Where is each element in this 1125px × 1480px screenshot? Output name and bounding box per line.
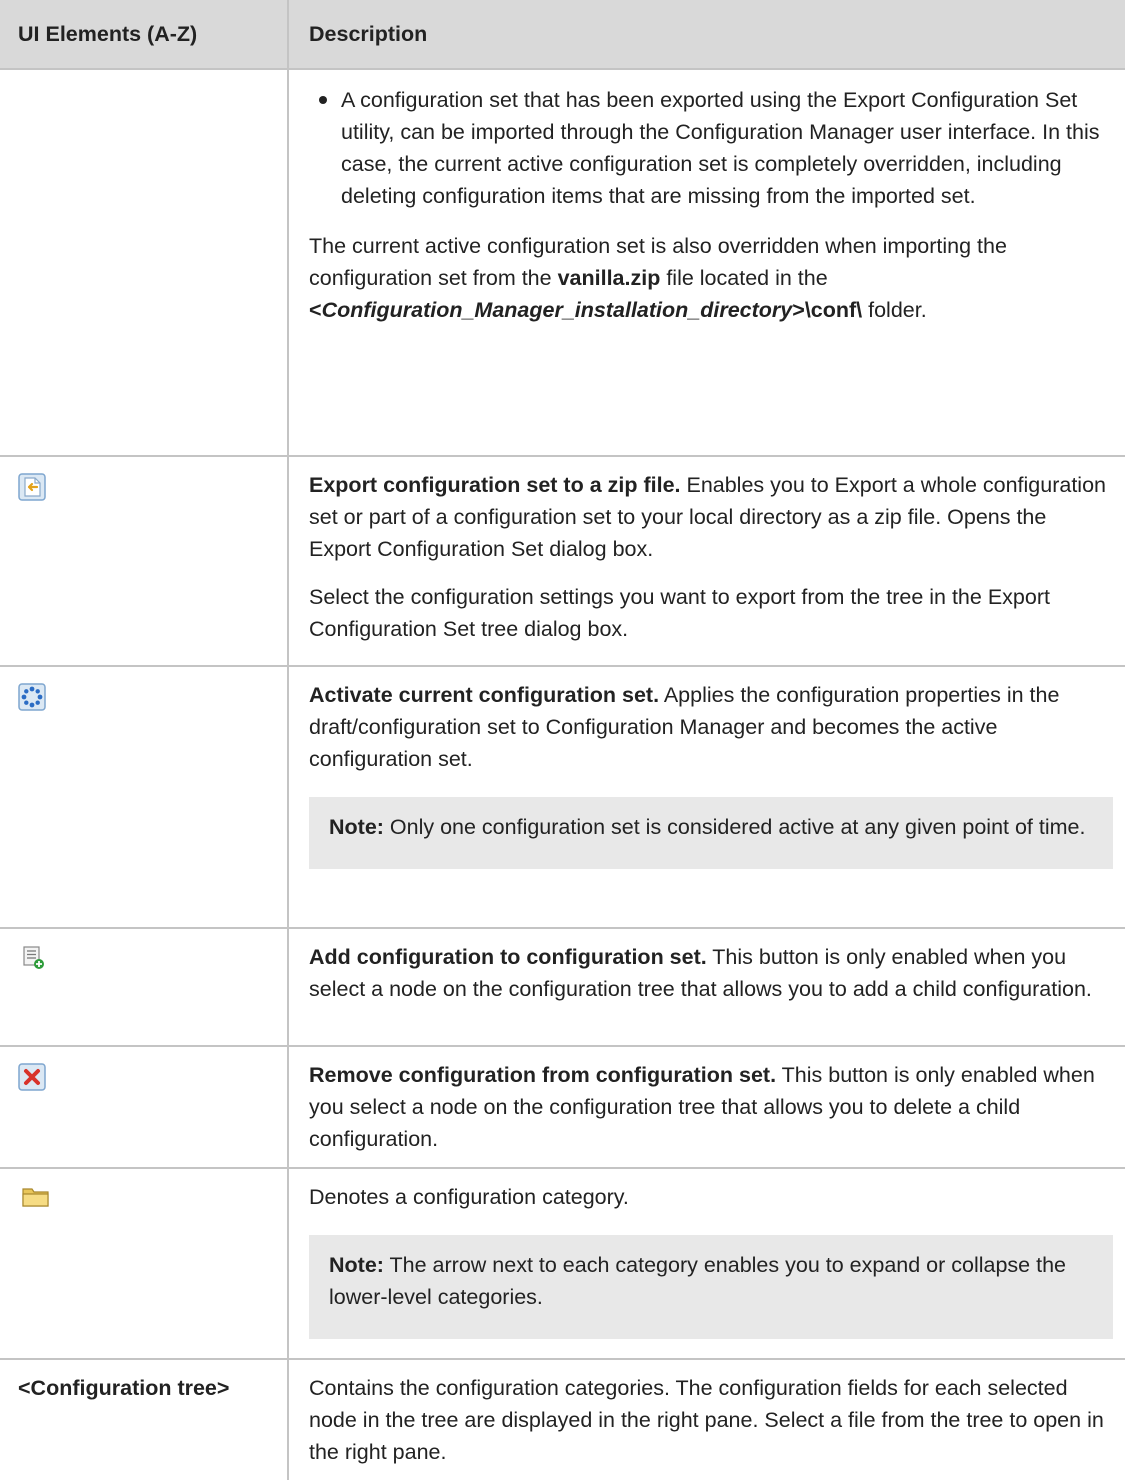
description-cell: Activate current configuration set. Appl…: [287, 666, 1125, 929]
list-item: A configuration set that has been export…: [319, 84, 1111, 212]
description-cell: Add configuration to configuration set. …: [287, 928, 1125, 1047]
table-row-tree: <Configuration tree> Contains the config…: [0, 1359, 1125, 1480]
activate-description: Activate current configuration set. Appl…: [309, 679, 1111, 775]
description-cell: A configuration set that has been export…: [287, 69, 1125, 457]
table-row-activate: Activate current configuration set. Appl…: [0, 666, 1125, 929]
add-configuration-icon[interactable]: [22, 945, 46, 980]
note-label: Note:: [329, 1253, 384, 1277]
add-title: Add configuration to configuration set.: [309, 945, 707, 969]
note-box: Note: The arrow next to each category en…: [309, 1235, 1113, 1339]
ui-elements-table: UI Elements (A-Z) Description A configur…: [0, 0, 1125, 1480]
category-description: Denotes a configuration category.: [309, 1185, 629, 1209]
ui-element-cell: [0, 666, 288, 929]
vanilla-file-name: vanilla.zip: [557, 266, 661, 290]
column-header-ui-elements: UI Elements (A-Z): [0, 0, 288, 70]
description-cell: Export configuration set to a zip file. …: [287, 456, 1125, 667]
text-span: <: [309, 298, 322, 322]
table-header-row: UI Elements (A-Z) Description: [0, 0, 1125, 70]
description-cell: Remove configuration from configuration …: [287, 1046, 1125, 1169]
ui-element-cell-empty: [0, 69, 288, 457]
table-row-import: A configuration set that has been export…: [0, 69, 1125, 457]
ui-element-cell: [0, 456, 288, 667]
column-header-description: Description: [287, 0, 1125, 70]
note-label: Note:: [329, 815, 384, 839]
activate-gear-icon[interactable]: [18, 683, 46, 720]
ui-element-cell: <Configuration tree>: [0, 1359, 288, 1480]
note-box: Note: Only one configuration set is cons…: [309, 797, 1113, 869]
text-span: Only one configuration set is considered…: [383, 815, 1086, 839]
export-zip-icon[interactable]: [18, 473, 46, 510]
export-description: Export configuration set to a zip file. …: [309, 469, 1111, 565]
ui-element-cell: [0, 1046, 288, 1169]
bullet-list: A configuration set that has been export…: [309, 84, 1111, 212]
add-description: Add configuration to configuration set. …: [309, 941, 1111, 1005]
text-span: folder.: [862, 298, 927, 322]
import-override-paragraph: The current active configuration set is …: [309, 230, 1111, 326]
note-text: Note: The arrow next to each category en…: [329, 1249, 1093, 1313]
description-cell: Contains the configuration categories. T…: [287, 1359, 1125, 1480]
table-row-add: Add configuration to configuration set. …: [0, 928, 1125, 1047]
folder-icon: [22, 1185, 50, 1217]
text-span: file located in the: [660, 266, 828, 290]
export-instruction: Select the configuration settings you wa…: [309, 585, 1050, 641]
export-title: Export configuration set to a zip file.: [309, 473, 681, 497]
table-row-category: Denotes a configuration category. Note: …: [0, 1168, 1125, 1360]
remove-title: Remove configuration from configuration …: [309, 1063, 777, 1087]
text-span: >\conf\: [792, 298, 863, 322]
remove-x-icon[interactable]: [18, 1063, 46, 1100]
tree-description: Contains the configuration categories. T…: [309, 1376, 1104, 1464]
table-row-remove: Remove configuration from configuration …: [0, 1046, 1125, 1169]
table-row-export: Export configuration set to a zip file. …: [0, 456, 1125, 667]
remove-description: Remove configuration from configuration …: [309, 1059, 1111, 1155]
ui-element-cell: [0, 928, 288, 1047]
note-text: Note: Only one configuration set is cons…: [329, 811, 1093, 843]
description-cell: Denotes a configuration category. Note: …: [287, 1168, 1125, 1360]
directory-placeholder: Configuration_Manager_installation_direc…: [321, 298, 793, 322]
configuration-tree-label: <Configuration tree>: [18, 1376, 230, 1400]
ui-element-cell: [0, 1168, 288, 1360]
text-span: The arrow next to each category enables …: [329, 1253, 1066, 1309]
activate-title: Activate current configuration set.: [309, 683, 660, 707]
